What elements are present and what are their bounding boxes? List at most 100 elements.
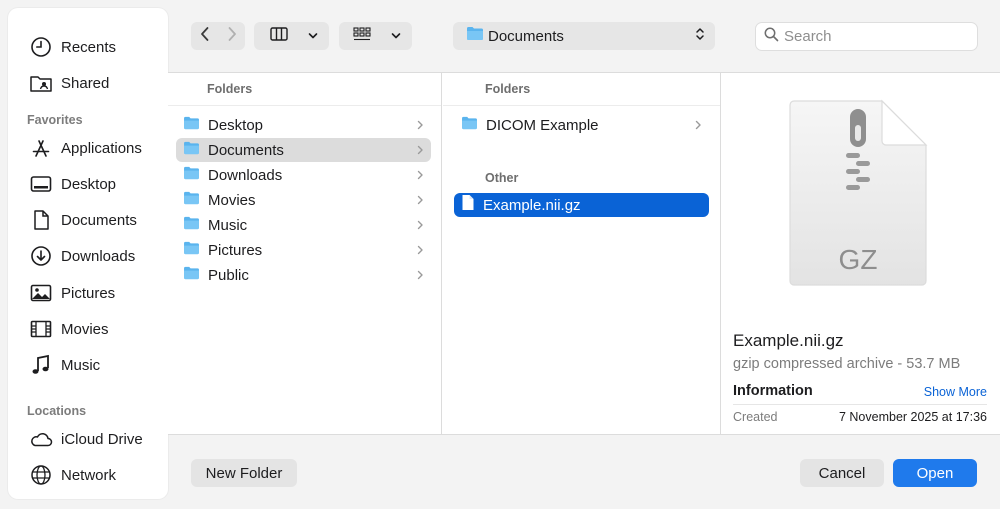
row-label: Example.nii.gz xyxy=(483,196,581,214)
row-label: Documents xyxy=(208,141,284,159)
chevron-left-icon xyxy=(200,26,210,47)
grid-icon xyxy=(353,26,371,46)
divider xyxy=(733,404,987,405)
file-browser: Folders Desktop Documents Downloads Movies M… xyxy=(168,72,1000,435)
chevron-down-icon xyxy=(308,27,318,45)
sidebar-item-pictures[interactable]: Pictures xyxy=(28,278,168,308)
search-input[interactable] xyxy=(784,28,964,45)
chevron-right-icon xyxy=(417,220,424,230)
sidebar-item-music[interactable]: Music xyxy=(28,350,168,380)
preview-file-kind: gzip compressed archive - 53.7 MB xyxy=(733,356,961,372)
preview-pane: GZ Example.nii.gz gzip compressed archiv… xyxy=(722,73,1000,434)
shared-folder-icon xyxy=(29,71,53,95)
document-icon xyxy=(29,208,53,232)
sidebar-item-documents[interactable]: Documents xyxy=(28,205,168,235)
desktop-icon xyxy=(29,172,53,196)
photo-icon xyxy=(29,281,53,305)
new-folder-button[interactable]: New Folder xyxy=(191,459,297,487)
sidebar-item-icloud-drive[interactable]: iCloud Drive xyxy=(28,424,168,454)
chevron-right-icon xyxy=(417,170,424,180)
open-button[interactable]: Open xyxy=(893,459,977,487)
sidebar-item-shared[interactable]: Shared xyxy=(28,68,168,98)
back-button[interactable] xyxy=(191,22,218,50)
location-label: Documents xyxy=(488,27,564,45)
group-by-button[interactable] xyxy=(339,22,412,50)
sidebar-item-label: Downloads xyxy=(61,247,136,265)
chevron-right-icon xyxy=(417,145,424,155)
chevron-right-icon xyxy=(417,245,424,255)
location-popup[interactable]: Documents xyxy=(453,22,715,50)
sidebar-item-desktop[interactable]: Desktop xyxy=(28,169,168,199)
sidebar-item-applications[interactable]: Applications xyxy=(28,133,168,163)
chevron-right-icon xyxy=(417,120,424,130)
up-down-arrows-icon xyxy=(695,27,705,46)
file-icon xyxy=(461,194,475,216)
folder-row[interactable]: Public xyxy=(176,263,431,287)
sidebar-item-label: Desktop xyxy=(61,175,117,193)
column-header: Folders xyxy=(168,73,441,106)
row-label: Public xyxy=(208,266,249,284)
applications-icon xyxy=(29,136,53,160)
clock-icon xyxy=(29,35,53,59)
folder-row[interactable]: Pictures xyxy=(176,238,431,262)
created-value: 7 November 2025 at 17:36 xyxy=(838,410,987,424)
folder-icon xyxy=(183,216,200,235)
created-label: Created xyxy=(733,410,778,424)
sidebar-item-label: Documents xyxy=(61,211,137,229)
file-type-label: GZ xyxy=(839,244,878,275)
sidebar-item-label: Network xyxy=(61,466,117,484)
sidebar-item-recents[interactable]: Recents xyxy=(28,32,168,62)
folder-icon xyxy=(183,141,200,160)
folder-row[interactable]: Downloads xyxy=(176,163,431,187)
row-label: Downloads xyxy=(208,166,283,184)
navigation-buttons xyxy=(191,22,245,50)
forward-button[interactable] xyxy=(218,22,245,50)
row-label: Music xyxy=(208,216,248,234)
file-row-selected[interactable]: Example.nii.gz xyxy=(454,193,709,217)
download-icon xyxy=(29,244,53,268)
view-mode-button[interactable] xyxy=(254,22,329,50)
information-heading: Information xyxy=(733,383,813,399)
cancel-button[interactable]: Cancel xyxy=(800,459,884,487)
folder-icon xyxy=(466,26,484,46)
preview-file-name: Example.nii.gz xyxy=(733,331,844,350)
browser-column-2: Folders DICOM Example Other Example.nii.… xyxy=(443,73,721,434)
row-label: Pictures xyxy=(208,241,263,259)
search-field[interactable] xyxy=(755,22,978,51)
search-icon xyxy=(764,27,779,47)
sidebar-item-label: Movies xyxy=(61,320,109,338)
sidebar-item-label: Recents xyxy=(61,38,117,56)
chevron-right-icon xyxy=(417,195,424,205)
row-label: DICOM Example xyxy=(486,116,599,134)
folder-icon xyxy=(183,241,200,260)
music-note-icon xyxy=(29,353,53,377)
sidebar-section-locations: Locations xyxy=(27,404,87,418)
row-label: Movies xyxy=(208,191,256,209)
show-more-link[interactable]: Show More xyxy=(924,385,987,399)
column-header: Folders xyxy=(443,73,720,106)
folder-row[interactable]: Desktop xyxy=(176,113,431,137)
sidebar-item-network[interactable]: Network xyxy=(28,460,168,490)
sidebar-section-favorites: Favorites xyxy=(27,113,83,127)
chevron-right-icon xyxy=(695,120,702,130)
sidebar-item-movies[interactable]: Movies xyxy=(28,314,168,344)
other-section-header: Other xyxy=(485,171,519,185)
sidebar: Recents Shared Favorites Applications De… xyxy=(8,8,168,499)
sidebar-item-downloads[interactable]: Downloads xyxy=(28,241,168,271)
folder-icon xyxy=(183,266,200,285)
chevron-down-icon xyxy=(391,27,401,45)
chevron-right-icon xyxy=(227,26,237,47)
sidebar-item-label: Music xyxy=(61,356,101,374)
archive-file-icon: GZ xyxy=(788,97,934,294)
row-label: Desktop xyxy=(208,116,264,134)
sidebar-item-label: Pictures xyxy=(61,284,116,302)
browser-column-1: Folders Desktop Documents Downloads Movies M… xyxy=(168,73,442,434)
folder-row[interactable]: DICOM Example xyxy=(454,113,709,137)
folder-icon xyxy=(183,191,200,210)
sidebar-item-label: Shared xyxy=(61,74,110,92)
chevron-right-icon xyxy=(417,270,424,280)
folder-row[interactable]: Documents xyxy=(176,138,431,162)
folder-row[interactable]: Movies xyxy=(176,188,431,212)
folder-row[interactable]: Music xyxy=(176,213,431,237)
folder-icon xyxy=(461,116,478,135)
